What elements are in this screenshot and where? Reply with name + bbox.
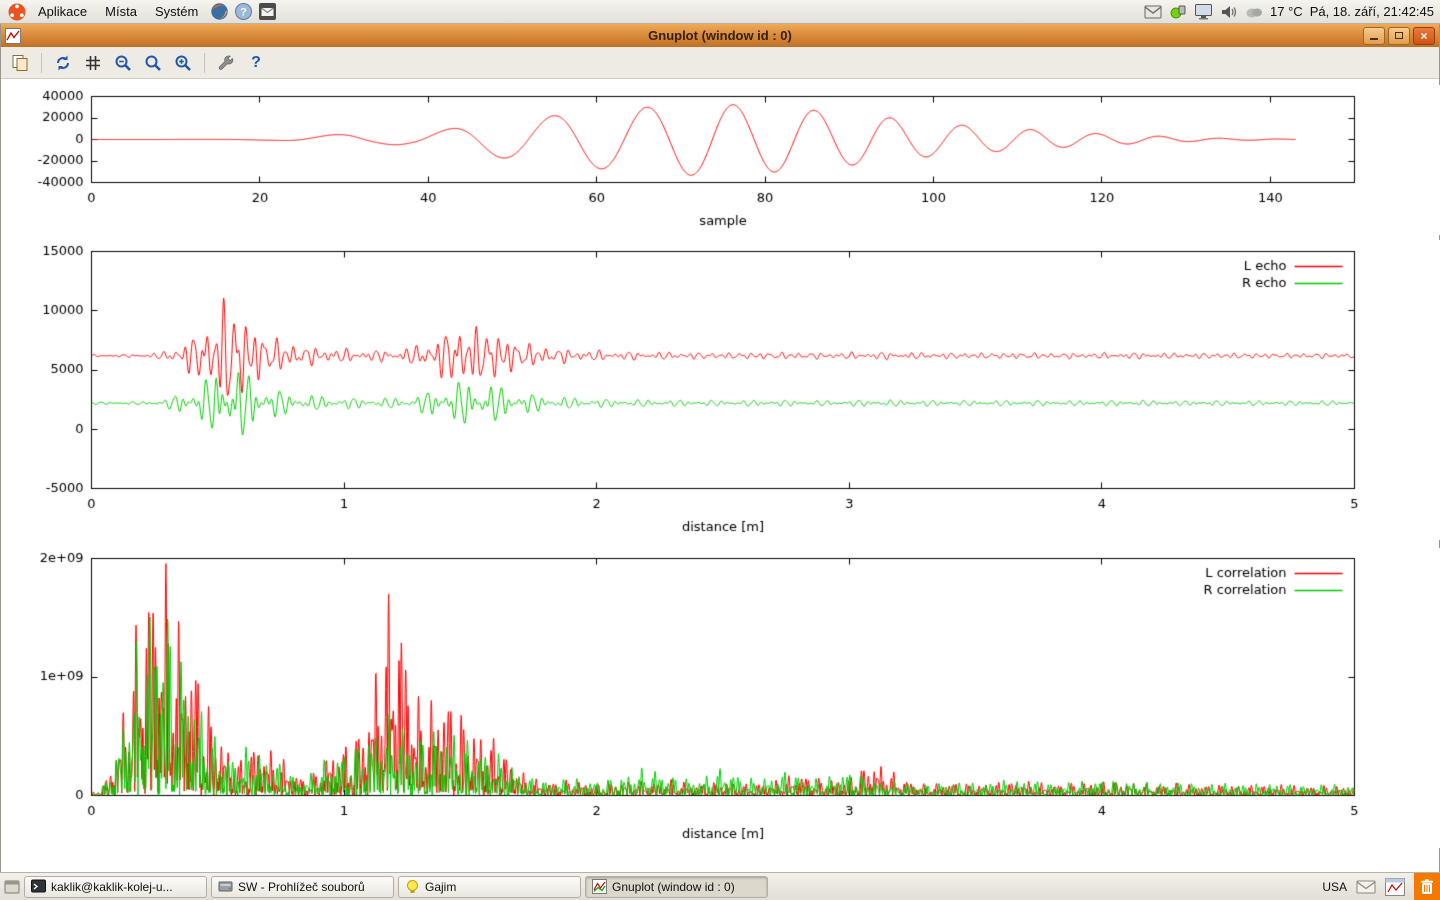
close-button[interactable]: × <box>1413 27 1435 45</box>
keyboard-layout-indicator[interactable]: USA <box>1322 880 1347 894</box>
task-terminal[interactable]: kaklik@kaklik-kolej-u... <box>24 876 207 898</box>
maximize-icon <box>1395 32 1403 39</box>
titlebar[interactable]: Gnuplot (window id : 0) × <box>1 24 1439 47</box>
panel-menu-area: Aplikace Místa Systém ? <box>6 1 278 23</box>
top-panel: Aplikace Místa Systém ? <box>0 0 1440 24</box>
maximize-button[interactable] <box>1388 27 1410 45</box>
desktop: Aplikace Místa Systém ? <box>0 0 1440 900</box>
update-icon[interactable] <box>1169 1 1187 23</box>
clock-applet[interactable]: Pá, 18. září, 21:42:45 <box>1310 4 1434 19</box>
menu-system[interactable]: Systém <box>147 1 206 22</box>
volume-icon[interactable] <box>1220 1 1238 23</box>
help-browser-icon[interactable]: ? <box>232 1 254 23</box>
taskbar-tray: USA <box>1322 873 1440 900</box>
plot-toolbar: ? <box>1 47 1439 79</box>
correlation-chart[interactable] <box>1 548 1440 848</box>
task-label: kaklik@kaklik-kolej-u... <box>51 880 173 894</box>
taskbar: kaklik@kaklik-kolej-u... SW - Prohlížeč … <box>0 872 1440 900</box>
task-gajim[interactable]: Gajim <box>398 876 581 898</box>
mail-app-icon[interactable] <box>256 1 278 23</box>
zoom-in-button[interactable] <box>170 50 196 76</box>
terminal-icon <box>31 879 46 894</box>
gnuplot-icon <box>592 879 607 894</box>
trash-applet-icon[interactable] <box>1414 873 1440 900</box>
grid-button[interactable] <box>80 50 106 76</box>
task-gnuplot[interactable]: Gnuplot (window id : 0) <box>585 876 768 898</box>
mail-tray-icon[interactable] <box>1356 876 1376 898</box>
help-button[interactable]: ? <box>243 50 269 76</box>
svg-text:?: ? <box>240 7 247 19</box>
zoom-out-button[interactable] <box>110 50 136 76</box>
panel-tray-area: 17 °C Pá, 18. září, 21:42:45 <box>1144 1 1434 23</box>
mail-notification-icon[interactable] <box>1144 1 1162 23</box>
toolbar-separator <box>204 53 205 73</box>
help-icon: ? <box>251 54 261 72</box>
plot-area <box>1 79 1439 872</box>
settings-button[interactable] <box>213 50 239 76</box>
firefox-icon[interactable] <box>208 1 230 23</box>
gajim-icon <box>405 879 420 894</box>
minimize-icon <box>1370 38 1378 40</box>
menu-places[interactable]: Místa <box>97 1 145 22</box>
task-file-manager[interactable]: SW - Prohlížeč souborů <box>211 876 394 898</box>
echo-chart[interactable] <box>1 240 1440 540</box>
gnuplot-window: Gnuplot (window id : 0) × <box>0 24 1440 872</box>
copy-button[interactable] <box>7 50 33 76</box>
window-list-icon[interactable] <box>4 876 20 898</box>
zoom-reset-button[interactable] <box>140 50 166 76</box>
window-controls: × <box>1363 27 1435 45</box>
sample-waveform-chart[interactable] <box>1 85 1440 235</box>
temperature-label[interactable]: 17 °C <box>1270 4 1303 19</box>
refresh-button[interactable] <box>50 50 76 76</box>
menu-applications[interactable]: Aplikace <box>30 1 95 22</box>
display-icon[interactable] <box>1194 1 1213 23</box>
file-manager-icon <box>218 879 233 894</box>
weather-icon[interactable] <box>1245 1 1263 23</box>
task-label: Gajim <box>425 880 456 894</box>
ubuntu-logo-icon[interactable] <box>6 1 28 23</box>
toolbar-separator <box>41 53 42 73</box>
gnuplot-window-icon <box>5 28 21 44</box>
plot-tray-icon[interactable] <box>1385 876 1405 898</box>
window-title: Gnuplot (window id : 0) <box>1 28 1439 43</box>
task-label: Gnuplot (window id : 0) <box>612 880 735 894</box>
task-label: SW - Prohlížeč souborů <box>238 880 365 894</box>
minimize-button[interactable] <box>1363 27 1385 45</box>
